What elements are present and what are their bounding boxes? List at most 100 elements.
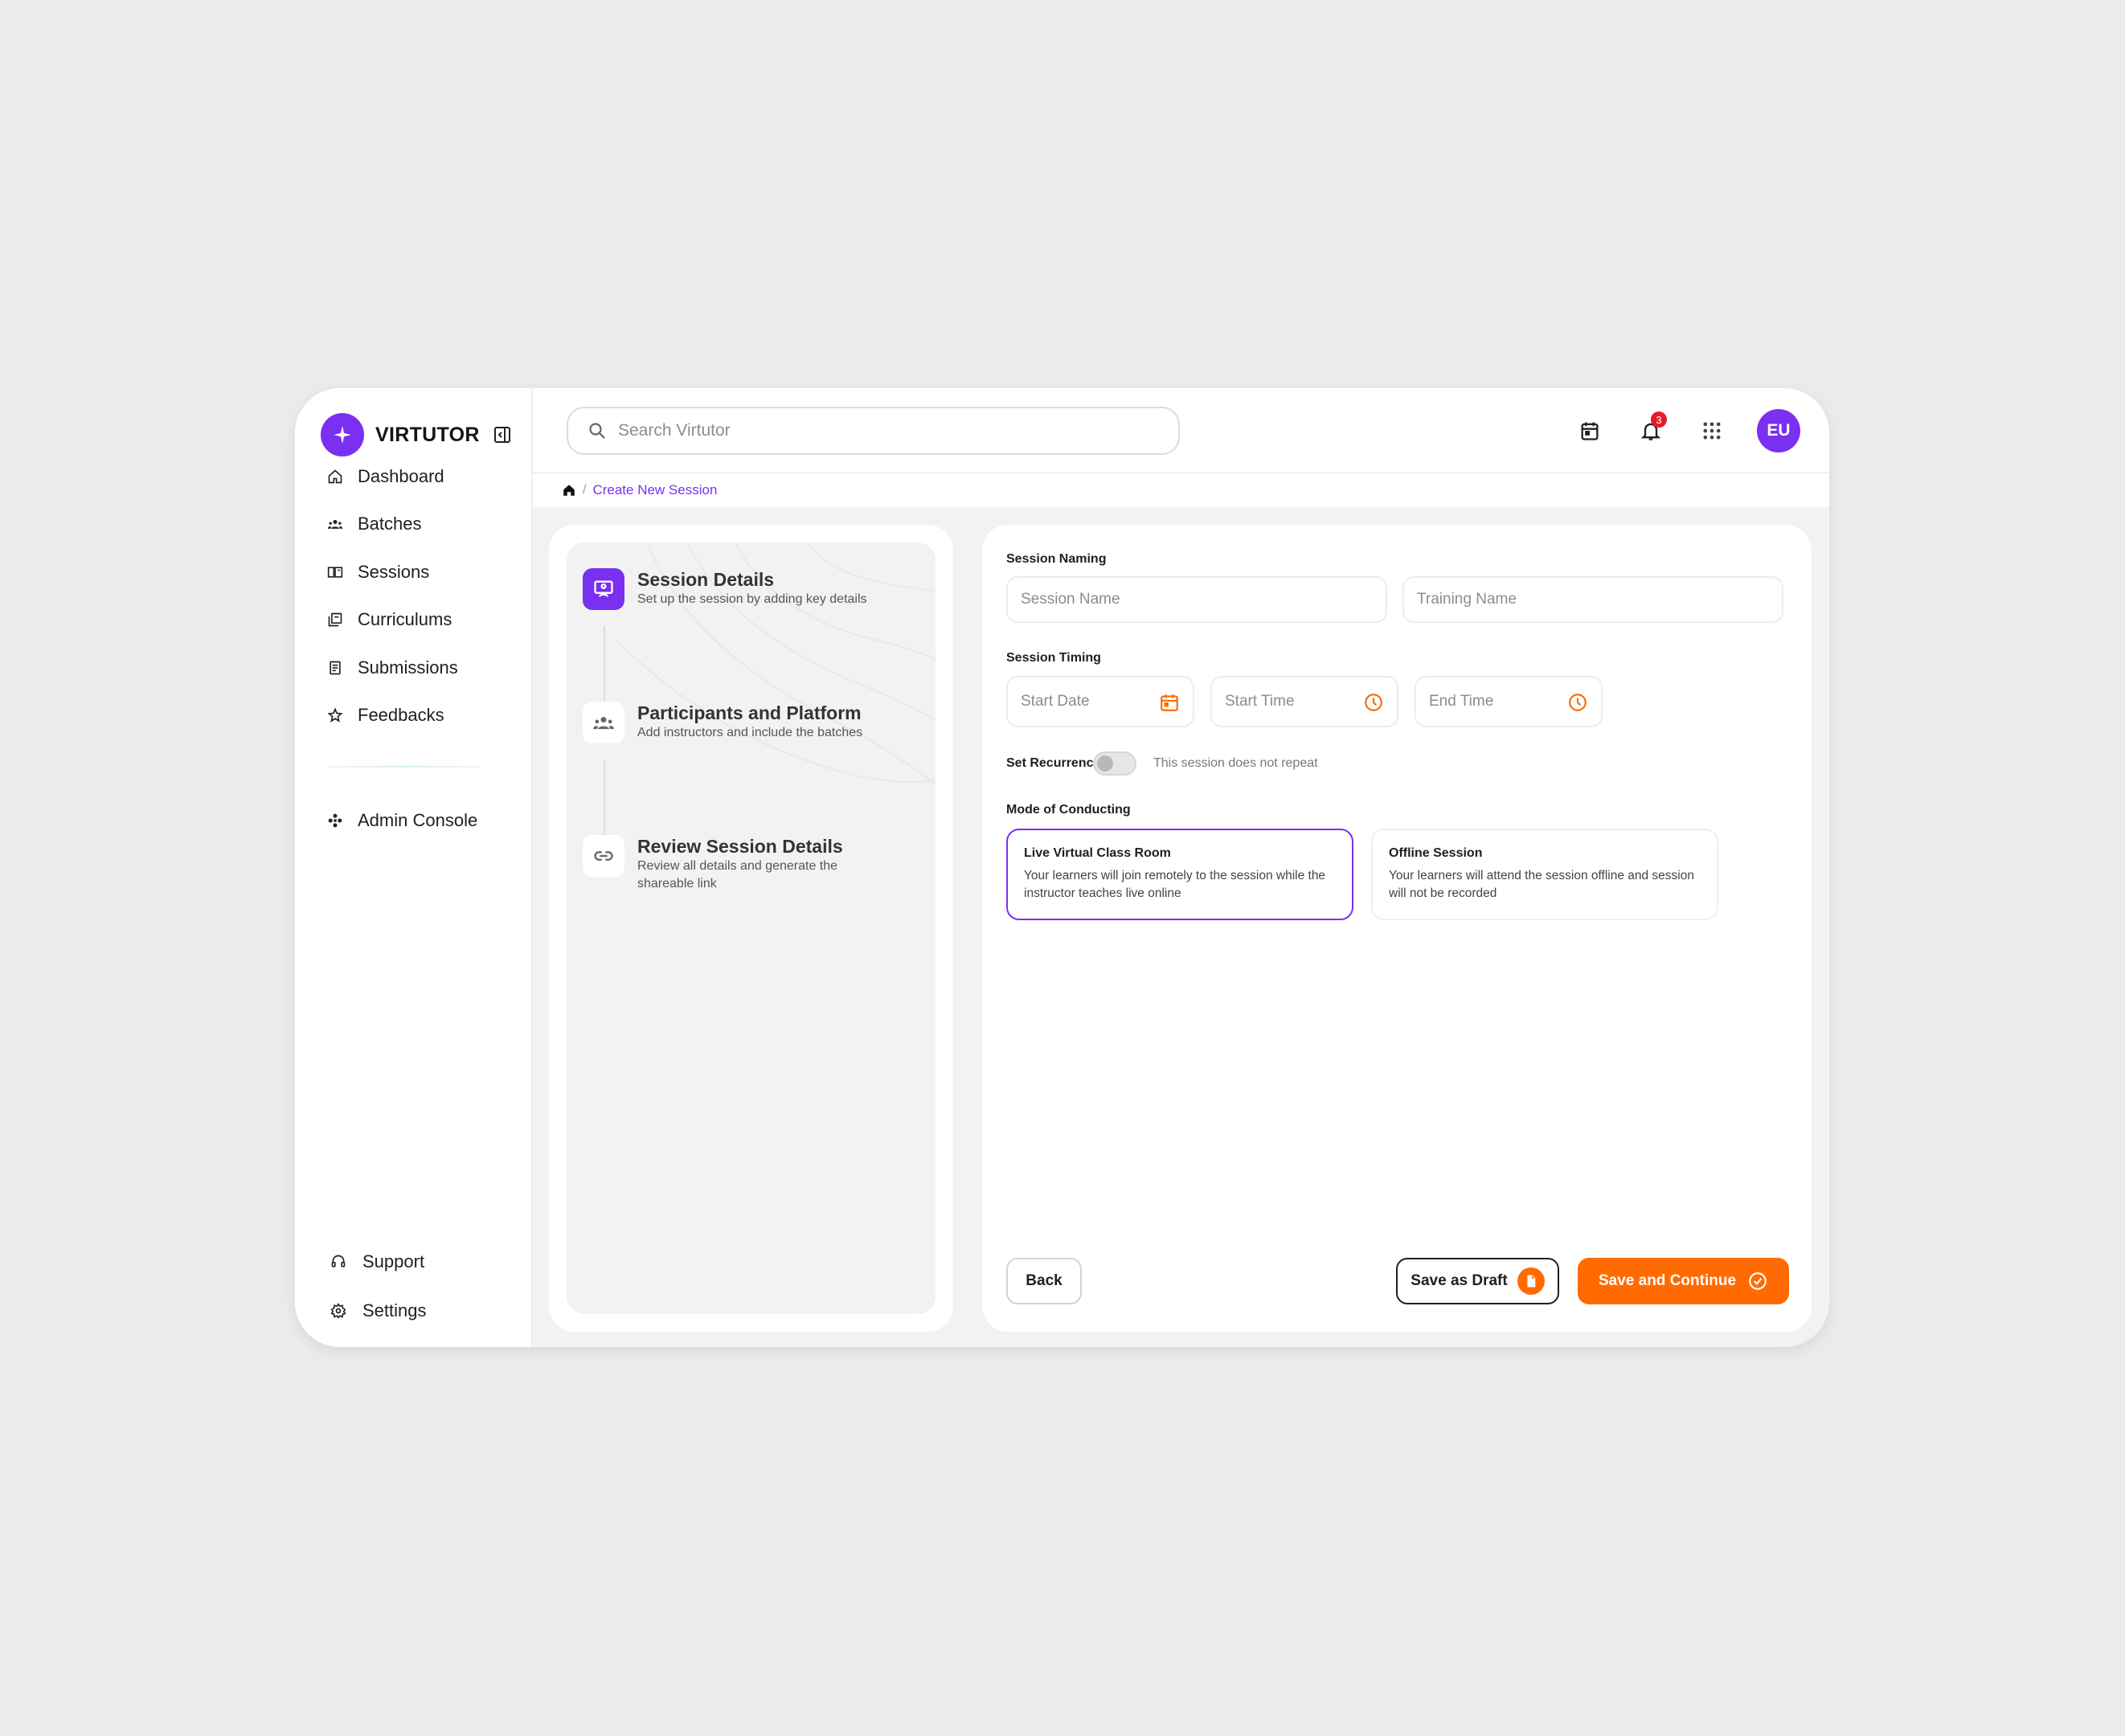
stepper-inner: Session Details Set up the session by ad… [567,542,936,1314]
recurrence-toggle[interactable] [1093,751,1136,776]
group-icon [583,702,624,743]
notification-badge: 3 [1651,411,1667,428]
start-time-placeholder: Start Time [1225,693,1295,710]
save-draft-button[interactable]: Save as Draft [1396,1258,1559,1304]
session-form: Session Naming Session Name Training Nam… [982,525,1812,1332]
step-participants-platform[interactable]: Participants and Platform Add instructor… [583,702,886,743]
step-desc: Review all details and generate the shar… [637,859,838,891]
step-connector [604,626,605,702]
step-title: Review Session Details [637,836,843,857]
sidebar-nav: Dashboard Batches Sessions Curriculums S… [327,452,509,739]
session-name-placeholder: Session Name [1021,591,1120,608]
sidebar-item-label: Dashboard [358,465,444,486]
sidebar-item-dashboard[interactable]: Dashboard [327,452,509,501]
sidebar-item-label: Feedbacks [358,705,444,726]
sidebar-item-admin-console[interactable]: Admin Console [327,796,477,845]
save-continue-label: Save and Continue [1598,1272,1737,1289]
sidebar-item-submissions[interactable]: Submissions [327,644,509,692]
session-naming-label: Session Naming [1006,552,1107,566]
search-icon [588,421,607,440]
mode-option-live[interactable]: Live Virtual Class Room Your learners wi… [1006,829,1353,920]
check-circle-icon [1747,1271,1768,1292]
home-icon[interactable] [562,483,576,497]
back-button-label: Back [1026,1272,1062,1289]
start-time-input[interactable]: Start Time [1210,676,1398,727]
sidebar-item-sessions[interactable]: Sessions [327,548,509,596]
sidebar-item-batches[interactable]: Batches [327,501,509,549]
gear-icon [330,1302,346,1319]
start-date-input[interactable]: Start Date [1006,676,1194,727]
admin-nav: Admin Console [327,796,477,845]
app-name: VIRTUTOR [375,423,480,446]
session-name-input[interactable]: Session Name [1006,576,1387,623]
recurrence-status: This session does not repeat [1153,756,1318,770]
app-window: VIRTUTOR Dashboard Batches Sessions Curr… [295,388,1829,1347]
back-button[interactable]: Back [1006,1258,1082,1304]
avatar[interactable]: EU [1757,409,1800,452]
sidebar: VIRTUTOR Dashboard Batches Sessions Curr… [295,388,533,1347]
mode-label: Mode of Conducting [1006,803,1131,817]
book-icon [327,564,343,580]
sidebar-item-settings[interactable]: Settings [330,1286,427,1335]
sidebar-item-label: Sessions [358,561,430,582]
logo[interactable]: VIRTUTOR [321,413,512,457]
training-name-placeholder: Training Name [1417,591,1517,608]
step-desc: Set up the session by adding key details [637,592,867,606]
contour-background [614,542,936,784]
nav-divider [327,766,481,768]
end-time-input[interactable]: End Time [1415,676,1603,727]
toggle-knob [1097,755,1113,772]
search-placeholder: Search Virtutor [618,421,731,440]
mode-option-offline[interactable]: Offline Session Your learners will atten… [1371,829,1718,920]
top-actions: 3 EU [1574,409,1800,452]
apps-grid-icon[interactable] [1696,415,1728,447]
home-icon [327,469,343,485]
clock-icon[interactable] [1567,692,1588,713]
save-continue-button[interactable]: Save and Continue [1578,1258,1789,1304]
save-draft-label: Save as Draft [1411,1272,1508,1289]
stepper-panel: Session Details Set up the session by ad… [549,525,953,1332]
breadcrumb: / Create New Session [533,473,1829,507]
sidebar-item-curriculums[interactable]: Curriculums [327,596,509,645]
link-icon [583,835,624,877]
sidebar-item-support[interactable]: Support [330,1237,427,1286]
training-name-input[interactable]: Training Name [1402,576,1783,623]
sidebar-item-feedbacks[interactable]: Feedbacks [327,692,509,740]
step-review-session[interactable]: Review Session Details Review all detail… [583,835,886,893]
clock-icon[interactable] [1363,692,1384,713]
calendar-icon[interactable] [1574,415,1606,447]
mode-title: Live Virtual Class Room [1024,846,1171,860]
group-icon [327,516,343,532]
sidebar-item-label: Curriculums [358,609,452,630]
step-session-details[interactable]: Session Details Set up the session by ad… [583,568,886,610]
draft-document-icon [1517,1267,1545,1295]
sidebar-bottom-nav: Support Settings [330,1237,427,1335]
headset-icon [330,1254,346,1270]
step-title: Session Details [637,569,775,590]
mode-desc: Your learners will attend the session of… [1389,869,1694,900]
admin-network-icon [327,813,343,829]
document-icon [327,660,343,676]
start-date-placeholder: Start Date [1021,693,1090,710]
sidebar-item-label: Support [362,1251,425,1271]
end-time-placeholder: End Time [1429,693,1494,710]
mode-title: Offline Session [1389,846,1483,860]
search-input[interactable]: Search Virtutor [567,407,1180,455]
sparkle-logo-icon [321,413,364,457]
bell-icon[interactable]: 3 [1635,411,1667,447]
sidebar-item-label: Batches [358,514,422,534]
breadcrumb-current[interactable]: Create New Session [592,482,717,498]
step-title: Participants and Platform [637,702,862,723]
calendar-icon[interactable] [1159,692,1180,713]
monitor-user-icon [583,568,624,610]
step-desc: Add instructors and include the batches [637,726,863,739]
library-icon [327,612,343,628]
recurrence-label: Set Recurrence [1006,756,1101,770]
top-bar: Search Virtutor 3 EU [533,388,1829,473]
star-icon [327,707,343,723]
sidebar-item-label: Settings [362,1300,427,1320]
step-connector [604,760,605,835]
sidebar-item-label: Submissions [358,657,458,678]
session-timing-label: Session Timing [1006,651,1101,665]
sidebar-collapse-icon[interactable] [493,425,512,444]
